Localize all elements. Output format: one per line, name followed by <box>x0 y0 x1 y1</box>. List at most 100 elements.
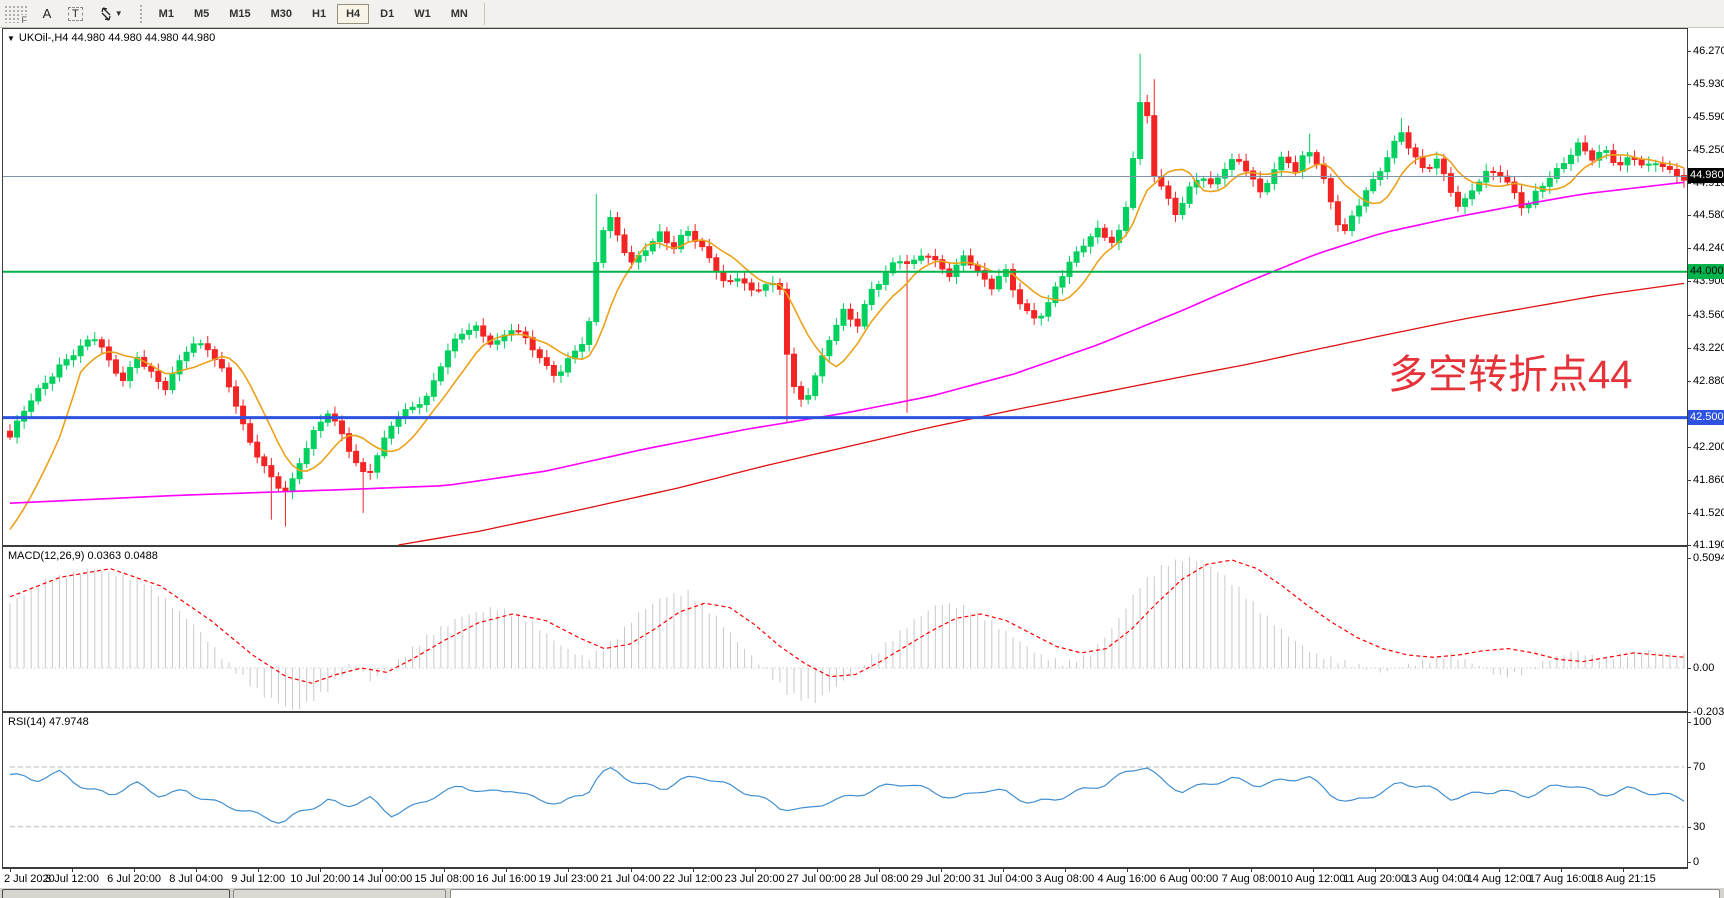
axis-tick-mark <box>1687 315 1691 316</box>
price-tick-label: 45.590 <box>1693 111 1724 123</box>
timeframe-button-h1[interactable]: H1 <box>303 4 335 24</box>
date-label: 21 Jul 04:00 <box>601 873 661 885</box>
date-label: 4 Aug 16:00 <box>1098 873 1157 885</box>
time-tick-mark <box>444 869 445 872</box>
axis-tick-mark <box>1687 381 1691 382</box>
axis-tick-mark <box>1687 348 1691 349</box>
rsi-label: RSI(14) 47.9748 <box>8 716 89 728</box>
timeframe-buttons: M1M5M15M30H1H4D1W1MN <box>149 4 478 24</box>
date-label: 6 Jul 20:00 <box>107 873 161 885</box>
date-label: 19 Jul 23:00 <box>538 873 598 885</box>
time-tick-mark <box>10 869 11 872</box>
date-label: 14 Jul 00:00 <box>352 873 412 885</box>
chart-tab-stub[interactable] <box>2 889 230 898</box>
price-tick-label: 44.240 <box>1693 242 1724 254</box>
rsi-tick-label: 70 <box>1693 761 1705 773</box>
chart-tab-stub[interactable] <box>233 889 446 898</box>
price-badge-44.980: 44.980 <box>1688 168 1724 183</box>
axis-tick-mark <box>1687 248 1691 249</box>
price-tick-label: 46.270 <box>1693 45 1724 57</box>
date-label: 29 Jul 20:00 <box>911 873 971 885</box>
time-tick-mark <box>1499 869 1500 872</box>
time-tick-mark <box>1623 869 1624 872</box>
price-tick-label: 43.220 <box>1693 342 1724 354</box>
timeframe-button-m15[interactable]: M15 <box>220 4 259 24</box>
price-tick-label: 42.880 <box>1693 375 1724 387</box>
time-tick-mark <box>1127 869 1128 872</box>
timeframe-button-mn[interactable]: MN <box>442 4 477 24</box>
timeframe-button-h4[interactable]: H4 <box>337 4 369 24</box>
date-label: 27 Jul 00:00 <box>787 873 847 885</box>
time-tick-mark <box>755 869 756 872</box>
mt4-window: F A T ▼ M1M5M15M30H1H4D1W1MN ▼UKOil-,H4 … <box>0 0 1724 898</box>
chart-tab-stub[interactable] <box>450 889 1720 898</box>
date-label: 3 Aug 08:00 <box>1035 873 1094 885</box>
rsi-tick-label: 30 <box>1693 821 1705 833</box>
timeframe-button-m30[interactable]: M30 <box>262 4 301 24</box>
price-annotation-text[interactable]: 多空转折点44 <box>1388 342 1633 400</box>
time-tick-mark <box>382 869 383 872</box>
macd-indicator-panel[interactable] <box>2 546 1688 712</box>
date-label: 22 Jul 12:00 <box>663 873 723 885</box>
timeframe-button-w1[interactable]: W1 <box>405 4 440 24</box>
axis-tick-mark <box>1687 712 1691 713</box>
chart-title: ▼UKOil-,H4 44.980 44.980 44.980 44.980 <box>7 32 215 44</box>
text-box-tool-button[interactable]: T <box>61 3 90 25</box>
main-price-chart[interactable] <box>2 28 1688 546</box>
axis-tick-mark <box>1687 668 1691 669</box>
time-tick-mark <box>1065 869 1066 872</box>
time-tick-mark <box>1003 869 1004 872</box>
rsi-indicator-panel[interactable] <box>2 712 1688 868</box>
axis-tick-mark <box>1687 480 1691 481</box>
axis-tick-mark <box>1687 51 1691 52</box>
time-tick-mark <box>1251 869 1252 872</box>
timeframe-button-m5[interactable]: M5 <box>185 4 218 24</box>
rsi-tick-label: 100 <box>1693 716 1711 728</box>
time-tick-mark <box>1437 869 1438 872</box>
ohlc-quotes-label: 44.980 44.980 44.980 44.980 <box>72 32 216 44</box>
timeframe-button-m1[interactable]: M1 <box>150 4 183 24</box>
time-axis[interactable]: 2 Jul 20203 Jul 12:006 Jul 20:008 Jul 04… <box>2 868 1688 889</box>
date-label: 17 Aug 16:00 <box>1529 873 1594 885</box>
time-tick-mark <box>320 869 321 872</box>
axis-tick-mark <box>1687 722 1691 723</box>
timeframe-button-d1[interactable]: D1 <box>371 4 403 24</box>
axis-tick-mark <box>1687 558 1691 559</box>
price-tick-label: 45.930 <box>1693 78 1724 90</box>
axis-tick-mark <box>1687 281 1691 282</box>
time-tick-mark <box>258 869 259 872</box>
axis-tick-mark <box>1687 862 1691 863</box>
axis-tick-mark <box>1687 215 1691 216</box>
date-label: 9 Jul 12:00 <box>231 873 285 885</box>
axis-tick-mark <box>1687 447 1691 448</box>
date-label: 16 Jul 16:00 <box>476 873 536 885</box>
axis-tick-mark <box>1687 767 1691 768</box>
date-label: 11 Aug 20:00 <box>1343 873 1407 885</box>
time-tick-mark <box>568 869 569 872</box>
date-label: 10 Aug 12:00 <box>1281 873 1346 885</box>
date-label: 7 Aug 08:00 <box>1222 873 1281 885</box>
time-tick-mark <box>506 869 507 872</box>
date-label: 8 Jul 04:00 <box>169 873 223 885</box>
grip-f-label: F <box>21 15 28 25</box>
macd-tick-label: 0.5094 <box>1693 552 1724 564</box>
time-tick-mark <box>196 869 197 872</box>
diagonal-arrows-icon <box>99 7 113 21</box>
date-label: 6 Aug 00:00 <box>1160 873 1219 885</box>
date-label: 18 Aug 21:15 <box>1591 873 1656 885</box>
price-tick-label: 44.580 <box>1693 209 1724 221</box>
time-tick-mark <box>817 869 818 872</box>
time-tick-mark <box>1189 869 1190 872</box>
axis-tick-mark <box>1687 84 1691 85</box>
time-tick-mark <box>941 869 942 872</box>
date-label: 15 Jul 08:00 <box>414 873 474 885</box>
price-tick-label: 41.860 <box>1693 474 1724 486</box>
price-tick-label: 41.190 <box>1693 539 1724 551</box>
text-label-tool-button[interactable]: A <box>35 3 59 25</box>
date-label: 3 Jul 12:00 <box>45 873 99 885</box>
arrows-tool-button[interactable]: ▼ <box>92 3 130 25</box>
toolbar: F A T ▼ M1M5M15M30H1H4D1W1MN <box>0 0 1724 28</box>
toolbar-grip-f-icon[interactable]: F <box>4 5 28 23</box>
toolbar-drag-handle[interactable] <box>139 4 143 24</box>
symbol-dropdown-icon[interactable]: ▼ <box>7 34 15 43</box>
